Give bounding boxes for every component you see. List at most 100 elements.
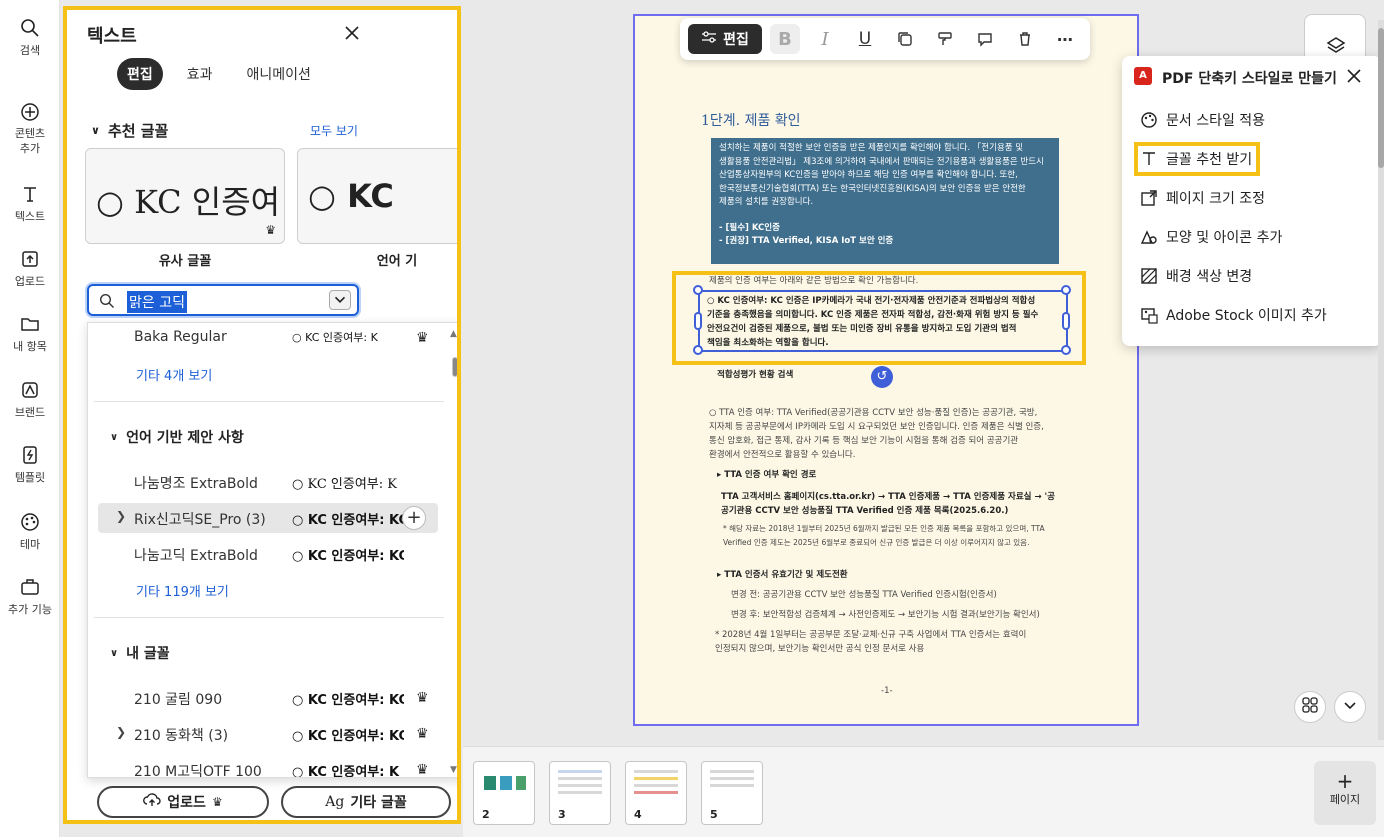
section-language[interactable]: ∨ 언어 기반 제안 사항 [110, 427, 244, 447]
font-option[interactable]: Baka Regular ○ KC 인증여부: K ♛ [88, 323, 438, 353]
popup-item-stock[interactable]: Adobe Stock 이미지 추가 [1140, 302, 1327, 328]
grid-icon [1302, 697, 1318, 717]
rail-my-items[interactable]: 내 항목 [0, 314, 60, 354]
chevron-down-icon [1343, 700, 1357, 715]
font-preview: ○ KC 인증여부: KC [292, 693, 404, 708]
selection-box[interactable] [698, 290, 1068, 352]
cloud-upload-icon [143, 792, 161, 812]
page-thumbnail[interactable]: 4 [625, 761, 687, 825]
page-thumbnail[interactable]: 5 [701, 761, 763, 825]
other-fonts-button[interactable]: Ag 기타 글꼴 [281, 786, 451, 818]
resize-icon [1140, 189, 1158, 207]
chevron-right-icon[interactable]: ❯ [116, 725, 126, 739]
rotate-icon[interactable]: ↺ [871, 366, 893, 388]
scroll-thumb[interactable] [1378, 28, 1384, 168]
resize-handle[interactable] [694, 312, 702, 330]
font-card-language[interactable]: ○ KC [297, 148, 457, 244]
scroll-up-icon[interactable]: ▲ [450, 329, 457, 339]
add-page-button[interactable]: + 페이지 [1314, 761, 1376, 825]
add-icon[interactable]: + [402, 506, 426, 530]
font-option[interactable]: ❯ 210 동화책 (3) ○ KC 인증여부: KC ♛ [88, 719, 438, 749]
font-search-input[interactable]: 맑은 고딕 [87, 284, 359, 316]
doc-info-box[interactable]: 설치하는 제품이 적절한 보안 인증을 받은 제품인지를 확인해야 합니다. 「… [711, 138, 1059, 264]
tab-effects[interactable]: 효과 [177, 58, 223, 90]
popup-item-resize[interactable]: 페이지 크기 조정 [1140, 185, 1265, 211]
rail-add-content[interactable]: 콘텐츠 추가 [0, 102, 60, 156]
font-preview: ○ KC 인증여부: KC [292, 513, 404, 528]
section-my-fonts[interactable]: ∨ 내 글꼴 [110, 643, 170, 663]
upload-font-button[interactable]: 업로드 ♛ [97, 786, 269, 818]
collapse-button[interactable] [1334, 691, 1366, 723]
resize-handle[interactable] [693, 345, 703, 355]
font-option[interactable]: 210 굴림 090 ○ KC 인증여부: KC ♛ [88, 683, 438, 713]
font-name: Rix신고딕SE_Pro (3) [134, 512, 266, 528]
rail-label: 검색 [19, 44, 41, 57]
italic-icon[interactable]: I [810, 24, 840, 54]
grid-view-button[interactable] [1294, 691, 1326, 723]
rail-addons[interactable]: 추가 기능 [0, 577, 60, 617]
see-all-link[interactable]: 모두 보기 [310, 122, 358, 139]
rail-template[interactable]: 템플릿 [0, 445, 60, 485]
rail-search[interactable]: 검색 [0, 18, 60, 58]
recommended-fonts-header[interactable]: ∨ 추천 글꼴 [91, 120, 168, 141]
underline-icon[interactable]: U [850, 24, 880, 54]
thumb-line [710, 777, 754, 780]
scroll-thumb[interactable] [452, 357, 457, 377]
doc-line: 산업통상자원부의 KC인증을 받아야 하므로 해당 인증 여부를 확인해야 합니… [719, 170, 1018, 180]
tab-edit[interactable]: 편집 [117, 58, 163, 90]
resize-handle[interactable] [1062, 312, 1070, 330]
doc-line: ▸ TTA 인증서 유효기간 및 제도전환 [717, 570, 848, 580]
popup-item-background[interactable]: 배경 색상 변경 [1140, 263, 1252, 289]
search-value: 맑은 고딕 [127, 291, 187, 313]
page-thumbnail[interactable]: 3 [549, 761, 611, 825]
close-icon[interactable] [343, 24, 361, 42]
dropdown-scrollbar[interactable]: ▲ ▼ [450, 329, 457, 775]
font-option[interactable]: ❯ Rix신고딕SE_Pro (3) ○ KC 인증여부: KC + [98, 503, 438, 533]
paint-format-icon[interactable] [930, 24, 960, 54]
chevron-down-icon[interactable] [329, 290, 351, 310]
rail-label: 추가 기능 [8, 603, 52, 616]
scroll-down-icon[interactable]: ▼ [450, 765, 457, 775]
font-option[interactable]: 나눔고딕 ExtraBold ○ KC 인증여부: KC [88, 539, 438, 569]
more-icon[interactable]: ⋯ [1050, 24, 1080, 54]
tab-animation[interactable]: 애니메이션 [237, 58, 321, 90]
resize-handle[interactable] [1061, 285, 1071, 295]
thumb-line [634, 791, 678, 794]
duplicate-icon[interactable] [890, 24, 920, 54]
bold-icon[interactable]: B [770, 24, 800, 54]
font-preview: ○ KC 인증여부: K [292, 477, 397, 492]
more-fonts-link[interactable]: 기타 4개 보기 [136, 365, 212, 384]
font-card-similar[interactable]: ○ KC 인증여 ♛ [85, 148, 285, 244]
popup-item-label: 문서 스타일 적용 [1166, 113, 1266, 129]
popup-item-doc-style[interactable]: 문서 스타일 적용 [1140, 107, 1265, 133]
font-preview: ○ KC 인증여부: KC [292, 729, 404, 744]
close-icon[interactable] [1346, 68, 1362, 84]
chevron-down-icon: ∨ [110, 647, 119, 659]
popup-item-shapes[interactable]: 모양 및 아이콘 추가 [1140, 224, 1282, 250]
canvas-scrollbar[interactable] [1378, 20, 1384, 740]
comment-icon[interactable] [970, 24, 1000, 54]
add-content-icon [20, 102, 40, 122]
doc-line: ○ TTA 인증 여부: TTA Verified(공공기관용 CCTV 보안 … [709, 408, 1038, 418]
chevron-right-icon[interactable]: ❯ [116, 509, 126, 523]
rail-theme[interactable]: 테마 [0, 512, 60, 552]
rail-brand[interactable]: 브랜드 [0, 380, 60, 420]
doc-paragraph: ○ TTA 인증 여부: TTA Verified(공공기관용 CCTV 보안 … [709, 406, 1044, 462]
more-fonts-link[interactable]: 기타 119개 보기 [136, 581, 229, 600]
rail-upload[interactable]: 업로드 [0, 249, 60, 289]
edit-button[interactable]: 편집 [688, 24, 762, 54]
page-thumbnail[interactable]: 2 [473, 761, 535, 825]
resize-handle[interactable] [693, 285, 703, 295]
font-option[interactable]: 210 M고딕OTF 100 ○ KC 인증여부: K ♛ [88, 755, 438, 777]
recommended-heading: 추천 글꼴 [107, 122, 169, 140]
section-title: 내 글꼴 [126, 646, 170, 662]
font-dropdown: Baka Regular ○ KC 인증여부: K ♛ 기타 4개 보기 ∨ 언… [87, 322, 457, 778]
resize-handle[interactable] [1061, 345, 1071, 355]
rail-text[interactable]: 텍스트 [0, 184, 60, 224]
pdf-icon: A [1134, 67, 1152, 85]
font-option[interactable]: 나눔명조 ExtraBold ○ KC 인증여부: K [88, 467, 438, 497]
button-label: 페이지 [1329, 793, 1361, 806]
trash-icon[interactable] [1010, 24, 1040, 54]
background-icon [1140, 267, 1158, 285]
button-label: 편집 [723, 32, 749, 48]
